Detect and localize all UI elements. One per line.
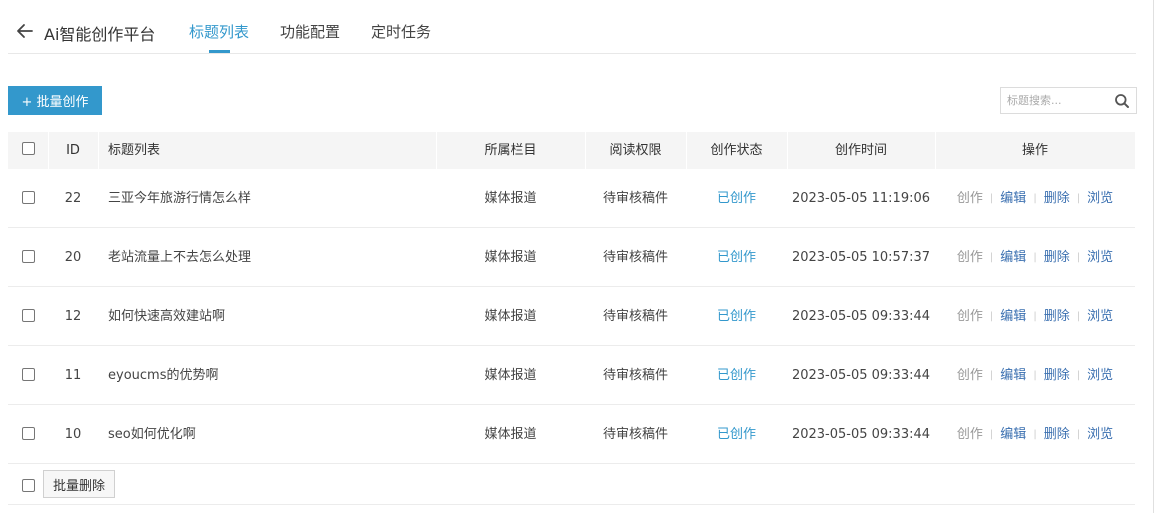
column-header-actions: 操作 [1021, 143, 1048, 158]
create-action: 创作 [956, 368, 983, 383]
search-icon[interactable] [1114, 93, 1130, 109]
title-list-table: ID 标题列表 所属栏目 阅读权限 创作状态 创作时间 操作 22 三亚今年旅游… [8, 132, 1135, 464]
row-permission: 待审核稿件 [602, 191, 668, 206]
row-status: 已创作 [716, 250, 756, 265]
row-column: 媒体报道 [484, 368, 537, 383]
search-box [1000, 87, 1137, 114]
delete-link[interactable]: 删除 [1044, 309, 1070, 324]
row-status: 已创作 [716, 309, 756, 324]
row-column: 媒体报道 [484, 427, 537, 442]
create-action: 创作 [956, 250, 983, 265]
row-id: 11 [64, 368, 82, 383]
row-id: 22 [64, 191, 82, 206]
row-permission: 待审核稿件 [602, 250, 668, 265]
row-title: 老站流量上不去怎么处理 [108, 250, 252, 265]
row-permission: 待审核稿件 [602, 368, 668, 383]
row-checkbox[interactable] [22, 309, 35, 322]
row-checkbox[interactable] [22, 250, 35, 263]
row-actions: 创作 | 编辑 | 删除 | 浏览 [956, 250, 1114, 265]
row-checkbox[interactable] [22, 368, 35, 381]
delete-link[interactable]: 删除 [1044, 250, 1070, 265]
row-time: 2023-05-05 11:19:06 [791, 191, 931, 206]
edit-link[interactable]: 编辑 [1000, 368, 1026, 383]
row-time: 2023-05-05 09:33:44 [791, 368, 931, 383]
table-row: 12 如何快速高效建站啊 媒体报道 待审核稿件 已创作 2023-05-05 0… [8, 287, 1135, 346]
row-time: 2023-05-05 10:57:37 [791, 250, 931, 265]
browse-link[interactable]: 浏览 [1087, 309, 1113, 324]
top-nav-bar: Ai智能创作平台 标题列表 功能配置 定时任务 [8, 0, 1136, 54]
row-title: seo如何优化啊 [108, 427, 196, 442]
row-id: 20 [64, 250, 82, 265]
active-tab-indicator [209, 50, 230, 53]
row-time: 2023-05-05 09:33:44 [791, 427, 931, 442]
table-footer: 批量删除 [8, 464, 1135, 505]
column-header-column: 所属栏目 [484, 143, 537, 158]
row-status: 已创作 [716, 427, 756, 442]
table-header: ID 标题列表 所属栏目 阅读权限 创作状态 创作时间 操作 [8, 132, 1135, 169]
create-action: 创作 [956, 191, 983, 206]
search-input[interactable] [1001, 88, 1109, 113]
create-action: 创作 [956, 427, 983, 442]
row-actions: 创作 | 编辑 | 删除 | 浏览 [956, 191, 1114, 206]
row-id: 10 [64, 427, 82, 442]
row-time: 2023-05-05 09:33:44 [791, 309, 931, 324]
browse-link[interactable]: 浏览 [1087, 427, 1113, 442]
table-row: 20 老站流量上不去怎么处理 媒体报道 待审核稿件 已创作 2023-05-05… [8, 228, 1135, 287]
row-column: 媒体报道 [484, 309, 537, 324]
select-all-checkbox[interactable] [22, 142, 35, 155]
row-permission: 待审核稿件 [602, 427, 668, 442]
row-checkbox[interactable] [22, 427, 35, 440]
edit-link[interactable]: 编辑 [1000, 427, 1026, 442]
back-arrow-icon[interactable] [14, 20, 36, 42]
edit-link[interactable]: 编辑 [1000, 250, 1026, 265]
delete-link[interactable]: 删除 [1044, 191, 1070, 206]
row-title: eyoucms的优势啊 [108, 368, 219, 383]
column-header-permission: 阅读权限 [609, 143, 662, 158]
row-actions: 创作 | 编辑 | 删除 | 浏览 [956, 309, 1114, 324]
tab-scheduled-tasks[interactable]: 定时任务 [371, 21, 431, 42]
delete-link[interactable]: 删除 [1044, 427, 1070, 442]
column-header-status: 创作状态 [710, 143, 763, 158]
browse-link[interactable]: 浏览 [1087, 191, 1113, 206]
row-actions: 创作 | 编辑 | 删除 | 浏览 [956, 368, 1114, 383]
app-title: Ai智能创作平台 [44, 25, 156, 44]
row-title: 三亚今年旅游行情怎么样 [108, 191, 252, 206]
column-header-time: 创作时间 [834, 143, 887, 158]
tab-title-list[interactable]: 标题列表 [189, 21, 249, 42]
row-title: 如何快速高效建站啊 [108, 309, 226, 324]
browse-link[interactable]: 浏览 [1087, 250, 1113, 265]
table-row: 11 eyoucms的优势啊 媒体报道 待审核稿件 已创作 2023-05-05… [8, 346, 1135, 405]
table-row: 22 三亚今年旅游行情怎么样 媒体报道 待审核稿件 已创作 2023-05-05… [8, 169, 1135, 228]
browse-link[interactable]: 浏览 [1087, 368, 1113, 383]
row-actions: 创作 | 编辑 | 删除 | 浏览 [956, 427, 1114, 442]
tab-function-config[interactable]: 功能配置 [280, 21, 340, 42]
row-id: 12 [64, 309, 82, 324]
row-checkbox[interactable] [22, 191, 35, 204]
delete-link[interactable]: 删除 [1044, 368, 1070, 383]
row-column: 媒体报道 [484, 191, 537, 206]
row-status: 已创作 [716, 368, 756, 383]
row-status: 已创作 [716, 191, 756, 206]
table-row: 10 seo如何优化啊 媒体报道 待审核稿件 已创作 2023-05-05 09… [8, 405, 1135, 464]
row-permission: 待审核稿件 [602, 309, 668, 324]
column-header-id: ID [66, 143, 80, 158]
row-column: 媒体报道 [484, 250, 537, 265]
create-action: 创作 [956, 309, 983, 324]
column-header-title: 标题列表 [108, 143, 161, 158]
footer-select-all-checkbox[interactable] [22, 479, 35, 492]
edit-link[interactable]: 编辑 [1000, 191, 1026, 206]
batch-create-button[interactable]: + 批量创作 [8, 86, 102, 115]
edit-link[interactable]: 编辑 [1000, 309, 1026, 324]
batch-delete-button[interactable]: 批量删除 [43, 470, 115, 498]
